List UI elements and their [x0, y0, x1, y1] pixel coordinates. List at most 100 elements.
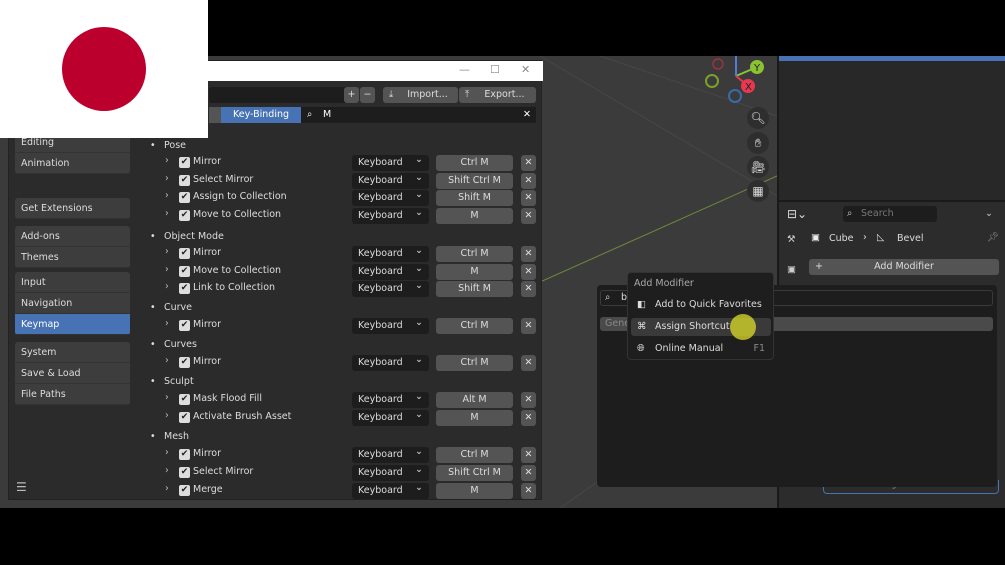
- add-preset-button[interactable]: +: [344, 87, 359, 103]
- chevron-right-icon[interactable]: ›: [165, 392, 169, 403]
- keymap-preset-dropdown[interactable]: ⌄: [209, 87, 359, 103]
- export-button[interactable]: ⤒Export...: [459, 87, 536, 103]
- keymap-group-header[interactable]: Sculpt: [164, 376, 194, 387]
- remove-binding-icon[interactable]: ✕: [521, 264, 536, 280]
- editor-type-icon[interactable]: ⊟⌄: [787, 207, 807, 221]
- sidebar-item-animation[interactable]: Animation: [15, 153, 130, 174]
- chevron-right-icon[interactable]: ›: [165, 281, 169, 292]
- input-type-dropdown[interactable]: Keyboard: [352, 483, 429, 499]
- enabled-checkbox[interactable]: ✔: [179, 394, 190, 405]
- keymap-search-input[interactable]: ⌕M✕: [301, 107, 536, 123]
- zoom-icon[interactable]: 🔍︎: [747, 107, 769, 129]
- input-type-dropdown[interactable]: Keyboard: [352, 190, 429, 206]
- chevron-right-icon[interactable]: ›: [165, 190, 169, 201]
- input-type-dropdown[interactable]: Keyboard: [352, 318, 429, 334]
- chevron-right-icon[interactable]: ›: [165, 410, 169, 421]
- enabled-checkbox[interactable]: ✔: [179, 485, 190, 496]
- key-binding-button[interactable]: Ctrl M: [436, 246, 513, 262]
- enabled-checkbox[interactable]: ✔: [179, 283, 190, 294]
- input-type-dropdown[interactable]: Keyboard: [352, 246, 429, 262]
- remove-binding-icon[interactable]: ✕: [521, 155, 536, 171]
- key-binding-button[interactable]: Ctrl M: [436, 155, 513, 171]
- remove-binding-icon[interactable]: ✕: [521, 410, 536, 426]
- remove-binding-icon[interactable]: ✕: [521, 392, 536, 408]
- render-tab-icon[interactable]: ▣: [787, 264, 796, 275]
- chevron-right-icon[interactable]: ›: [165, 246, 169, 257]
- keymap-group-header[interactable]: Curve: [164, 302, 192, 313]
- remove-binding-icon[interactable]: ✕: [521, 281, 536, 297]
- remove-binding-icon[interactable]: ✕: [521, 173, 536, 189]
- enabled-checkbox[interactable]: ✔: [179, 320, 190, 331]
- input-type-dropdown[interactable]: Keyboard: [352, 208, 429, 224]
- pin-icon[interactable]: 📌︎: [987, 232, 999, 243]
- sidebar-item-file-paths[interactable]: File Paths: [15, 384, 130, 405]
- remove-binding-icon[interactable]: ✕: [521, 355, 536, 371]
- enabled-checkbox[interactable]: ✔: [179, 210, 190, 221]
- sidebar-item-save-load[interactable]: Save & Load: [15, 363, 130, 384]
- key-binding-button[interactable]: Shift M: [436, 190, 513, 206]
- input-type-dropdown[interactable]: Keyboard: [352, 392, 429, 408]
- key-binding-button[interactable]: Shift Ctrl M: [436, 173, 513, 189]
- remove-binding-icon[interactable]: ✕: [521, 208, 536, 224]
- key-binding-button[interactable]: M: [436, 264, 513, 280]
- tab-name[interactable]: [209, 107, 221, 123]
- key-binding-button[interactable]: Shift M: [436, 281, 513, 297]
- chevron-right-icon[interactable]: ›: [165, 155, 169, 166]
- keymap-group-header[interactable]: Curves: [164, 339, 197, 350]
- enabled-checkbox[interactable]: ✔: [179, 412, 190, 423]
- clear-search-icon[interactable]: ✕: [523, 107, 531, 123]
- add-modifier-button[interactable]: +Add Modifier: [809, 259, 999, 275]
- close-button[interactable]: ✕: [521, 63, 530, 76]
- ortho-grid-icon[interactable]: ▦: [747, 180, 769, 202]
- tab-key-binding[interactable]: Key-Binding: [221, 107, 301, 123]
- properties-search[interactable]: ⌕Search: [843, 206, 937, 222]
- sidebar-item-get-extensions[interactable]: Get Extensions: [15, 198, 130, 219]
- enabled-checkbox[interactable]: ✔: [179, 248, 190, 259]
- chevron-down-icon[interactable]: ⌄: [985, 208, 993, 219]
- key-binding-button[interactable]: Shift Ctrl M: [436, 465, 513, 481]
- input-type-dropdown[interactable]: Keyboard: [352, 410, 429, 426]
- keymap-group-header[interactable]: Object Mode: [164, 231, 224, 242]
- chevron-right-icon[interactable]: ›: [165, 208, 169, 219]
- enabled-checkbox[interactable]: ✔: [179, 467, 190, 478]
- key-binding-button[interactable]: Ctrl M: [436, 447, 513, 463]
- chevron-right-icon[interactable]: ›: [165, 173, 169, 184]
- chevron-right-icon[interactable]: ›: [165, 355, 169, 366]
- chevron-right-icon[interactable]: ›: [165, 465, 169, 476]
- menu-item-online-manual[interactable]: 🌐︎Online ManualF1: [631, 340, 771, 358]
- remove-binding-icon[interactable]: ✕: [521, 483, 536, 499]
- remove-preset-button[interactable]: −: [360, 87, 375, 103]
- enabled-checkbox[interactable]: ✔: [179, 266, 190, 277]
- pan-hand-icon[interactable]: ✋︎: [747, 132, 769, 154]
- outliner[interactable]: [777, 56, 1005, 200]
- input-type-dropdown[interactable]: Keyboard: [352, 155, 429, 171]
- key-binding-button[interactable]: Ctrl M: [436, 318, 513, 334]
- menu-item-add-to-quick-favorites[interactable]: ◧Add to Quick Favorites: [631, 296, 771, 314]
- input-type-dropdown[interactable]: Keyboard: [352, 281, 429, 297]
- sidebar-item-input[interactable]: Input: [15, 272, 130, 293]
- key-binding-button[interactable]: M: [436, 208, 513, 224]
- import-button[interactable]: ⤓Import...: [383, 87, 458, 103]
- chevron-right-icon[interactable]: ›: [165, 447, 169, 458]
- outliner-selected-row[interactable]: [779, 56, 1005, 61]
- input-type-dropdown[interactable]: Keyboard: [352, 447, 429, 463]
- keymap-group-header[interactable]: Mesh: [164, 431, 189, 442]
- minimize-button[interactable]: —: [459, 63, 470, 76]
- remove-binding-icon[interactable]: ✕: [521, 318, 536, 334]
- chevron-right-icon[interactable]: ›: [165, 264, 169, 275]
- camera-icon[interactable]: 🎥︎: [747, 156, 769, 178]
- keymap-group-header[interactable]: Pose: [164, 140, 186, 151]
- enabled-checkbox[interactable]: ✔: [179, 357, 190, 368]
- maximize-button[interactable]: ☐: [490, 63, 500, 76]
- key-binding-button[interactable]: Alt M: [436, 392, 513, 408]
- remove-binding-icon[interactable]: ✕: [521, 246, 536, 262]
- enabled-checkbox[interactable]: ✔: [179, 192, 190, 203]
- chevron-right-icon[interactable]: ›: [165, 483, 169, 494]
- sidebar-item-themes[interactable]: Themes: [15, 247, 130, 268]
- remove-binding-icon[interactable]: ✕: [521, 447, 536, 463]
- sidebar-item-keymap[interactable]: Keymap: [15, 314, 130, 335]
- sidebar-item-system[interactable]: System: [15, 342, 130, 363]
- enabled-checkbox[interactable]: ✔: [179, 157, 190, 168]
- tool-tab-icon[interactable]: ⚒: [787, 234, 796, 245]
- remove-binding-icon[interactable]: ✕: [521, 465, 536, 481]
